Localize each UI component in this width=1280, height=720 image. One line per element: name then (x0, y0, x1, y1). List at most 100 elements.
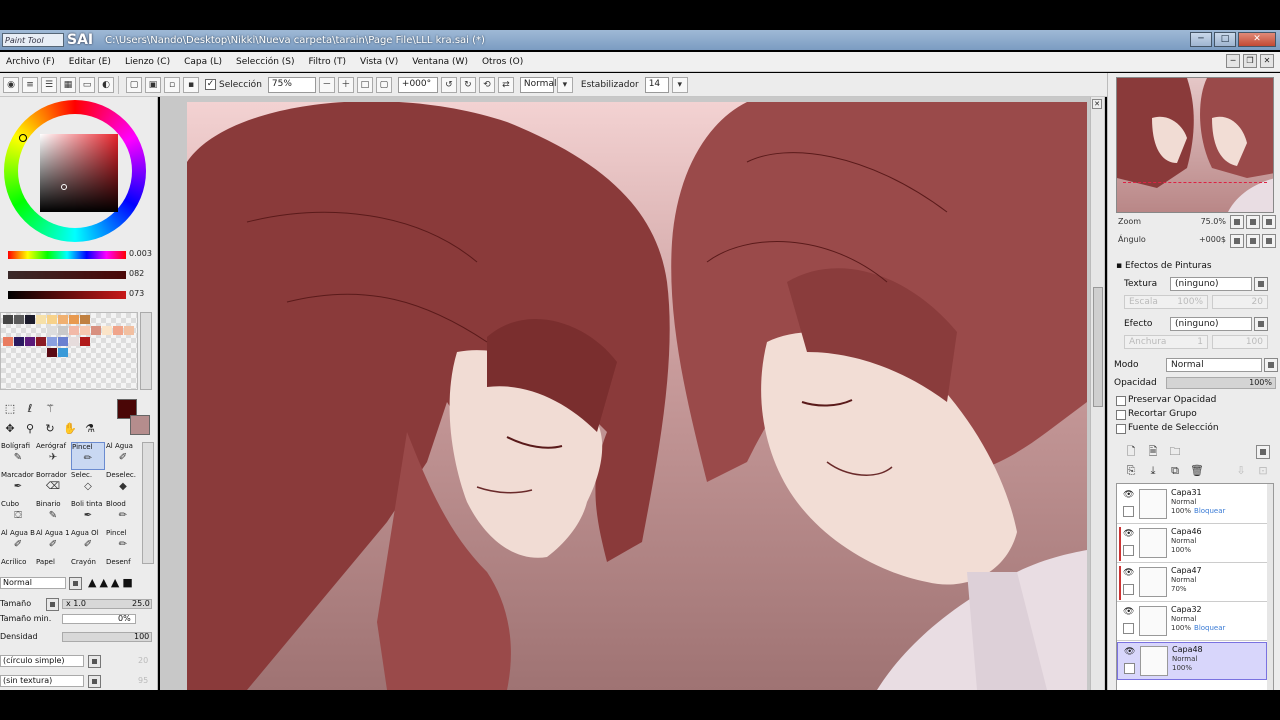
color-swatch[interactable] (47, 315, 57, 324)
nav-zoom-out-icon[interactable] (1230, 215, 1244, 229)
texture-field[interactable]: (sin textura) (0, 675, 84, 687)
color-swatch[interactable] (58, 337, 68, 346)
color-swatch[interactable] (69, 326, 79, 335)
layer-mode-dropdown-icon[interactable] (1264, 358, 1278, 372)
selection-mode-2-icon[interactable]: ▣ (145, 76, 161, 93)
brush-tool[interactable]: Binario ✎ (36, 500, 70, 528)
layer-lock-checkbox[interactable] (1124, 663, 1135, 674)
brush-edge-icons[interactable]: ▲▲▲■ (88, 576, 136, 589)
layer-lock-checkbox[interactable] (1123, 584, 1134, 595)
rgb-sliders-icon[interactable]: ☰ (41, 76, 57, 93)
new-layer-icon[interactable]: 🗋 (1124, 445, 1138, 459)
brush-mode-dropdown-icon[interactable] (69, 577, 82, 590)
rect-select-icon[interactable]: ⬚ (2, 401, 18, 417)
color-swatch[interactable] (47, 326, 57, 335)
color-swatch[interactable] (14, 315, 24, 324)
navigator-preview[interactable] (1116, 77, 1274, 213)
color-swatch[interactable] (58, 326, 68, 335)
merge-down-icon[interactable]: ⤓ (1146, 464, 1160, 478)
layer-row[interactable]: 👁 Capa32 Normal 100% Bloquear (1117, 603, 1267, 641)
size-toggle-icon[interactable] (46, 598, 59, 611)
brush-tool[interactable]: Pincel ✏ (106, 529, 140, 557)
nav-rotate-right-icon[interactable] (1246, 234, 1260, 248)
magic-wand-icon[interactable]: ⚚ (42, 401, 58, 417)
visibility-eye-icon[interactable]: 👁 (1123, 529, 1135, 539)
swatches-icon[interactable]: ▦ (60, 76, 76, 93)
layer-lock-checkbox[interactable] (1123, 545, 1134, 556)
color-mixer-icon[interactable]: ◐ (98, 76, 114, 93)
nav-rotate-reset-icon[interactable] (1262, 234, 1276, 248)
menu-ventana[interactable]: Ventana (W) (406, 57, 476, 67)
deselect-icon[interactable]: ▫ (164, 76, 180, 93)
layer-mode-select[interactable]: Normal (1166, 358, 1262, 372)
minimize-button[interactable]: ─ (1190, 32, 1212, 47)
brush-mode-field[interactable]: Normal (0, 577, 66, 589)
brush-tool[interactable]: Agua Ol ✐ (71, 529, 105, 557)
menu-otros[interactable]: Otros (O) (476, 57, 531, 67)
invert-selection-icon[interactable]: ▪ (183, 76, 199, 93)
color-swatch[interactable] (25, 315, 35, 324)
brush-tool[interactable]: Pincel ✏ (71, 442, 105, 470)
shape-field[interactable]: (círculo simple) (0, 655, 84, 667)
mdi-close-icon[interactable]: ✕ (1260, 54, 1274, 68)
layers-scrollbar[interactable] (1267, 484, 1273, 690)
menu-archivo[interactable]: Archivo (F) (0, 57, 63, 67)
maximize-button[interactable]: □ (1214, 32, 1236, 47)
rotate-reset-icon[interactable]: ⟲ (478, 76, 495, 93)
color-wheel-toggle-icon[interactable]: ◉ (3, 76, 19, 93)
color-swatch[interactable] (113, 326, 123, 335)
layer-row[interactable]: 👁 Capa31 Normal 100% Bloquear (1117, 486, 1267, 524)
brush-tool[interactable]: Marcador ✒ (1, 471, 35, 499)
drawing-canvas[interactable] (187, 102, 1087, 690)
zoom-out-icon[interactable]: － (318, 76, 335, 93)
brush-tool[interactable]: Bolígrafi ✎ (1, 442, 35, 470)
collapse-icon[interactable]: ▪ (1116, 261, 1125, 271)
nav-zoom-in-icon[interactable] (1246, 215, 1260, 229)
zoom-field[interactable]: 75% (267, 76, 316, 93)
zoom-fit-icon[interactable]: ▢ (375, 76, 392, 93)
secondary-color-swatch[interactable] (130, 415, 150, 435)
rotate-right-icon[interactable]: ↻ (459, 76, 476, 93)
zoom-icon[interactable]: ⚲ (22, 421, 38, 437)
menu-editar[interactable]: Editar (E) (63, 57, 119, 67)
effect-dropdown-icon[interactable] (1254, 317, 1268, 331)
layer-panel-menu-icon[interactable] (1256, 445, 1270, 459)
menu-seleccion[interactable]: Selección (S) (230, 57, 303, 67)
color-swatch[interactable] (14, 337, 24, 346)
selection-mode-icon[interactable]: ▢ (126, 76, 142, 93)
hsv-sliders-icon[interactable]: ≡ (22, 76, 38, 93)
hue-slider[interactable]: 0.003 (0, 249, 157, 263)
brush-tool[interactable]: Borrador ⌫ (36, 471, 70, 499)
nav-zoom-reset-icon[interactable] (1262, 215, 1276, 229)
rotate-icon[interactable]: ↻ (42, 421, 58, 437)
rotate-left-icon[interactable]: ↺ (440, 76, 457, 93)
nav-rotate-left-icon[interactable] (1230, 234, 1244, 248)
color-swatch[interactable] (69, 337, 79, 346)
canvas-close-icon[interactable]: ✕ (1092, 99, 1102, 109)
texture-select[interactable]: (ninguno) (1170, 277, 1252, 291)
color-swatch[interactable] (36, 337, 46, 346)
color-swatch[interactable] (69, 315, 79, 324)
menu-lienzo[interactable]: Lienzo (C) (119, 57, 178, 67)
color-swatch[interactable] (124, 326, 134, 335)
color-swatch[interactable] (80, 315, 90, 324)
merge-visible-icon[interactable]: ⧉ (1168, 464, 1182, 478)
selection-source-checkbox[interactable] (1116, 424, 1126, 434)
scratchpad-icon[interactable]: ▭ (79, 76, 95, 93)
flip-icon[interactable]: ⇄ (497, 76, 514, 93)
new-linework-layer-icon[interactable]: 🗎 (1146, 445, 1160, 459)
layer-row[interactable]: 👁 Capa48 Normal 100% (1117, 642, 1267, 680)
blend-mode-dropdown-icon[interactable]: ▾ (556, 76, 573, 93)
value-slider[interactable]: 073 (0, 289, 157, 303)
lasso-icon[interactable]: ℓ (22, 401, 38, 417)
zoom-in-icon[interactable]: ＋ (337, 76, 354, 93)
menu-capa[interactable]: Capa (L) (178, 57, 230, 67)
shape-dropdown-icon[interactable] (88, 655, 101, 668)
brush-tool[interactable]: Boli tinta ✒ (71, 500, 105, 528)
canvas-vertical-scrollbar[interactable] (1090, 97, 1104, 690)
menu-filtro[interactable]: Filtro (T) (303, 57, 354, 67)
texture-dropdown-icon[interactable] (88, 675, 101, 688)
layer-lock-checkbox[interactable] (1123, 506, 1134, 517)
color-wheel[interactable] (4, 100, 146, 242)
brush-tool[interactable]: Al Agua 10 ✐ (36, 529, 70, 557)
